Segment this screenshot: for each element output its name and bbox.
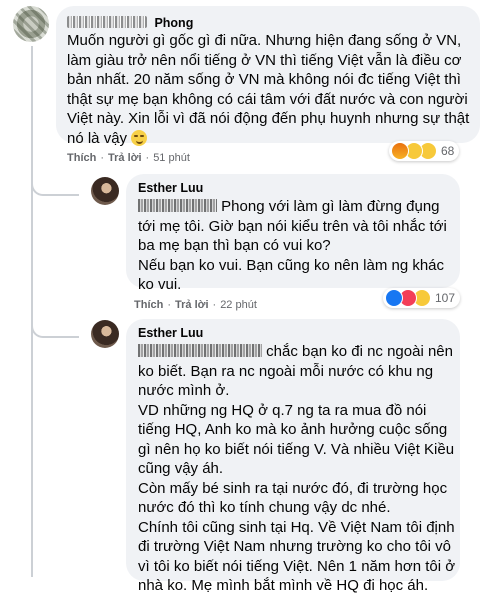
comment-bubble: Phong Muốn người gì gốc gì đi nữa. Nhưng…	[56, 6, 480, 147]
reply-button[interactable]: Trả lời	[108, 152, 142, 164]
reply-author[interactable]: Esther Luu	[138, 181, 203, 195]
reply-bubble: Esther Luu chắc bạn ko đi nc ngoài nên k…	[126, 319, 460, 594]
comment-author[interactable]: Phong	[154, 16, 193, 30]
avatar[interactable]	[91, 177, 119, 205]
like-reaction-icon	[385, 289, 403, 307]
reaction-summary[interactable]: 107	[383, 288, 461, 308]
avatar-pattern	[13, 6, 49, 42]
comment-actions: Thích · Trả lời · 51 phút	[67, 152, 190, 164]
mention-link[interactable]: Phong	[221, 198, 264, 215]
reply-actions: Thích · Trả lời · 22 phút	[134, 299, 257, 311]
reply-body: chắc bạn ko đi nc ngoài nên ko biết. Bạn…	[138, 342, 460, 596]
reply-text: Còn mấy bé sinh ra tại nước đó, đi trườn…	[138, 479, 448, 517]
reply-author[interactable]: Esther Luu	[138, 326, 203, 340]
mention-redacted	[138, 344, 262, 357]
reply-bubble: Esther Luu Phong với làm gì làm đừng đụn…	[126, 174, 460, 293]
like-button[interactable]: Thích	[67, 152, 96, 164]
reaction-summary[interactable]: 68	[389, 141, 460, 161]
mention-redacted	[138, 199, 217, 212]
reply-text: VD những ng HQ ở q.7 ng ta ra mua đồ nói…	[138, 401, 455, 478]
angry-reaction-icon	[391, 142, 409, 160]
reply-text: Chính tôi cũng sinh tại Hq. Về Việt Nam …	[138, 518, 456, 595]
author-name-redacted	[67, 16, 147, 28]
like-button[interactable]: Thích	[134, 299, 163, 311]
reply-button[interactable]: Trả lời	[175, 299, 209, 311]
comment-body: Muốn người gì gốc gì đi nữa. Nhưng hiện …	[67, 31, 479, 148]
avatar[interactable]	[13, 6, 49, 42]
thread-line	[31, 46, 33, 577]
thread-branch	[31, 174, 79, 196]
reaction-count: 107	[435, 291, 456, 305]
reply-body: Phong với làm gì làm đừng đụng tới mẹ tô…	[138, 197, 460, 295]
reaction-count: 68	[441, 144, 455, 158]
avatar[interactable]	[91, 320, 119, 348]
comment-text: Muốn người gì gốc gì đi nữa. Nhưng hiện …	[67, 32, 470, 147]
timestamp[interactable]: 51 phút	[153, 152, 190, 164]
smirk-emoji-icon	[131, 129, 148, 146]
thread-branch	[31, 316, 79, 338]
timestamp[interactable]: 22 phút	[220, 299, 257, 311]
